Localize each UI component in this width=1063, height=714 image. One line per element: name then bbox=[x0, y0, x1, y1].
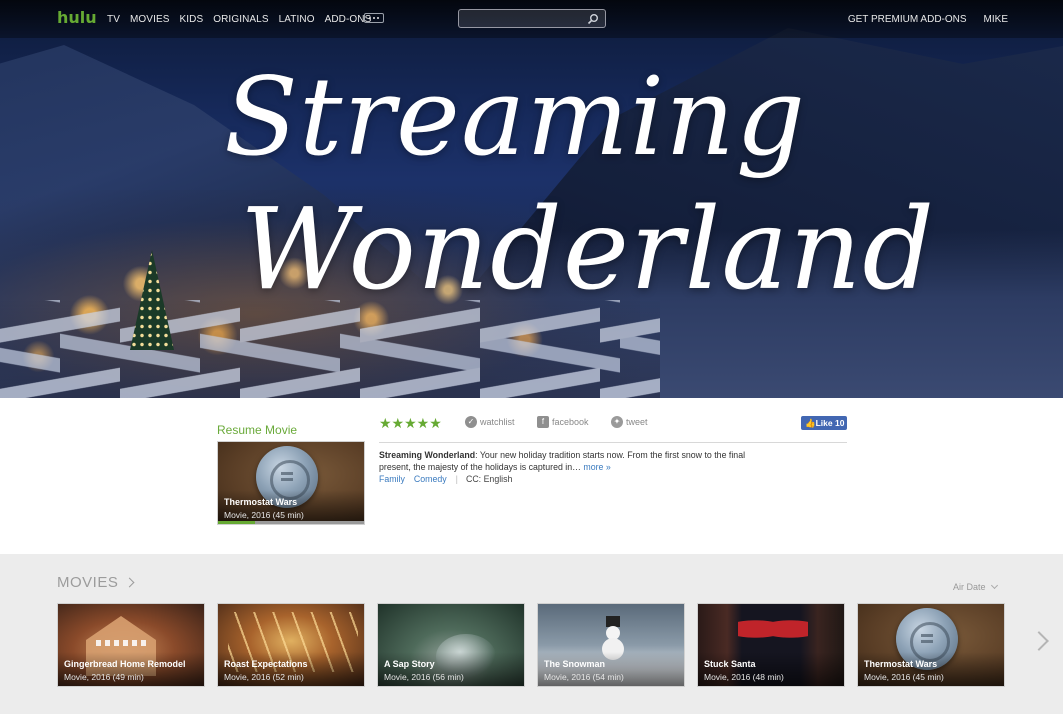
facebook-label: facebook bbox=[552, 417, 589, 427]
profile-menu[interactable]: MIKE bbox=[984, 14, 1008, 25]
description-title: Streaming Wonderland bbox=[379, 450, 476, 460]
tag-comedy[interactable]: Comedy bbox=[414, 474, 447, 484]
like-label: Like 10 bbox=[815, 418, 845, 428]
movie-card-meta: Movie, 2016 (45 min) bbox=[864, 672, 944, 682]
movie-card-meta: Movie, 2016 (49 min) bbox=[64, 672, 144, 682]
search-box[interactable] bbox=[458, 9, 606, 28]
movie-card[interactable]: Thermostat Wars Movie, 2016 (45 min) bbox=[857, 603, 1005, 687]
movie-card-meta: Movie, 2016 (48 min) bbox=[704, 672, 784, 682]
movie-card-meta: Movie, 2016 (54 min) bbox=[544, 672, 624, 682]
movie-card-meta: Movie, 2016 (52 min) bbox=[224, 672, 304, 682]
nav-kids[interactable]: KIDS bbox=[179, 14, 203, 25]
santa-boots-image bbox=[738, 614, 808, 644]
get-premium-add-ons-link[interactable]: GET PREMIUM ADD-ONS bbox=[848, 14, 967, 25]
resume-thumbnail[interactable]: Thermostat Wars Movie, 2016 (45 min) bbox=[217, 441, 365, 525]
resume-movie-label[interactable]: Resume Movie bbox=[217, 423, 297, 437]
nav-links: TV MOVIES KIDS ORIGINALS LATINO ADD-ONS bbox=[107, 14, 381, 25]
search-icon[interactable] bbox=[587, 13, 599, 25]
facebook-like-button[interactable]: 👍Like 10 bbox=[801, 416, 847, 430]
search-input[interactable] bbox=[463, 11, 583, 26]
closed-captions-info: CC: English bbox=[465, 474, 513, 484]
tag-family[interactable]: Family bbox=[379, 474, 405, 484]
movies-section: MOVIES Air Date Gingerbread Home Remodel… bbox=[0, 554, 1063, 714]
rating-stars[interactable]: ★★★★★ bbox=[379, 415, 442, 432]
hero-banner[interactable]: Streaming Wonderland bbox=[0, 0, 1063, 398]
hero-title-line2: Wonderland bbox=[240, 185, 936, 315]
movie-card[interactable]: Roast Expectations Movie, 2016 (52 min) bbox=[217, 603, 365, 687]
checkmark-icon: ✓ bbox=[465, 416, 477, 428]
action-bar: ★★★★★ ✓ watchlist f facebook ✦ tweet 👍Li… bbox=[379, 413, 847, 443]
movie-card-title: The Snowman bbox=[544, 659, 606, 669]
chevron-down-icon bbox=[990, 581, 998, 590]
details-panel: Resume Movie Thermostat Wars Movie, 2016… bbox=[0, 398, 1063, 554]
movie-card[interactable]: The Snowman Movie, 2016 (54 min) bbox=[537, 603, 685, 687]
more-menu-icon[interactable] bbox=[364, 13, 384, 23]
nav-originals[interactable]: ORIGINALS bbox=[213, 14, 268, 25]
movie-card[interactable]: A Sap Story Movie, 2016 (56 min) bbox=[377, 603, 525, 687]
nav-latino[interactable]: LATINO bbox=[279, 14, 315, 25]
resume-thumb-title: Thermostat Wars bbox=[224, 497, 298, 507]
movies-heading[interactable]: MOVIES bbox=[57, 574, 135, 591]
sort-label: Air Date bbox=[953, 582, 986, 592]
movie-card-title: Roast Expectations bbox=[224, 659, 308, 669]
tags-row: Family Comedy | CC: English bbox=[379, 474, 512, 484]
movie-card-title: Gingerbread Home Remodel bbox=[64, 659, 186, 669]
movie-card[interactable]: Gingerbread Home Remodel Movie, 2016 (49… bbox=[57, 603, 205, 687]
movie-card-meta: Movie, 2016 (56 min) bbox=[384, 672, 464, 682]
hero-title-line1: Streaming bbox=[224, 55, 806, 180]
chevron-right-icon bbox=[124, 577, 135, 588]
facebook-icon: f bbox=[537, 416, 549, 428]
chevron-right-icon[interactable] bbox=[1029, 631, 1049, 651]
movie-card-title: Stuck Santa bbox=[704, 659, 756, 669]
twitter-bird-icon: ✦ bbox=[611, 416, 623, 428]
movie-card-title: Thermostat Wars bbox=[864, 659, 938, 669]
movies-heading-label: MOVIES bbox=[57, 574, 119, 591]
movie-card-title: A Sap Story bbox=[384, 659, 435, 669]
hulu-logo[interactable]: hulu bbox=[57, 8, 97, 27]
thumbs-up-icon: 👍 bbox=[805, 418, 816, 428]
watchlist-label: watchlist bbox=[480, 417, 515, 427]
resume-progress-bar bbox=[218, 521, 255, 524]
separator: | bbox=[455, 474, 458, 484]
facebook-share-button[interactable]: f facebook bbox=[537, 416, 589, 428]
sort-dropdown[interactable]: Air Date bbox=[953, 581, 998, 592]
hero-title: Streaming Wonderland bbox=[180, 64, 936, 324]
movie-card[interactable]: Stuck Santa Movie, 2016 (48 min) bbox=[697, 603, 845, 687]
nav-tv[interactable]: TV bbox=[107, 14, 120, 25]
more-link[interactable]: more » bbox=[583, 462, 610, 472]
watchlist-button[interactable]: ✓ watchlist bbox=[465, 416, 515, 428]
tweet-button[interactable]: ✦ tweet bbox=[611, 416, 648, 428]
resume-thumb-meta: Movie, 2016 (45 min) bbox=[224, 510, 304, 520]
top-nav: hulu TV MOVIES KIDS ORIGINALS LATINO ADD… bbox=[0, 0, 1063, 38]
tweet-label: tweet bbox=[626, 417, 648, 427]
nav-movies[interactable]: MOVIES bbox=[130, 14, 170, 25]
nav-right: GET PREMIUM ADD-ONS MIKE bbox=[831, 14, 1008, 25]
description: Streaming Wonderland: Your new holiday t… bbox=[379, 450, 769, 473]
